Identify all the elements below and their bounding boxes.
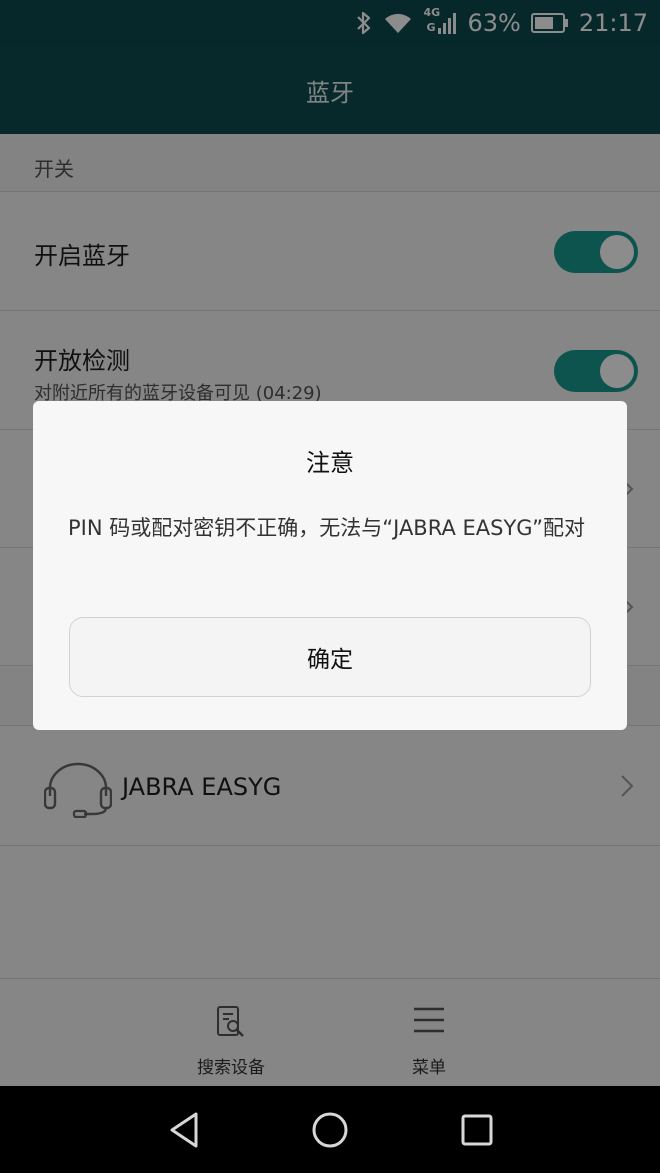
back-icon[interactable] <box>162 1108 206 1152</box>
recents-icon[interactable] <box>455 1108 499 1152</box>
pairing-error-dialog: 注意 PIN 码或配对密钥不正确，无法与“JABRA EASYG”配对 确定 <box>33 401 627 730</box>
dialog-title: 注意 <box>306 449 354 477</box>
dialog-message: PIN 码或配对密钥不正确，无法与“JABRA EASYG”配对 <box>68 516 585 540</box>
ok-button[interactable]: 确定 <box>69 617 591 697</box>
home-icon[interactable] <box>308 1108 352 1152</box>
system-nav-bar <box>0 1086 660 1173</box>
